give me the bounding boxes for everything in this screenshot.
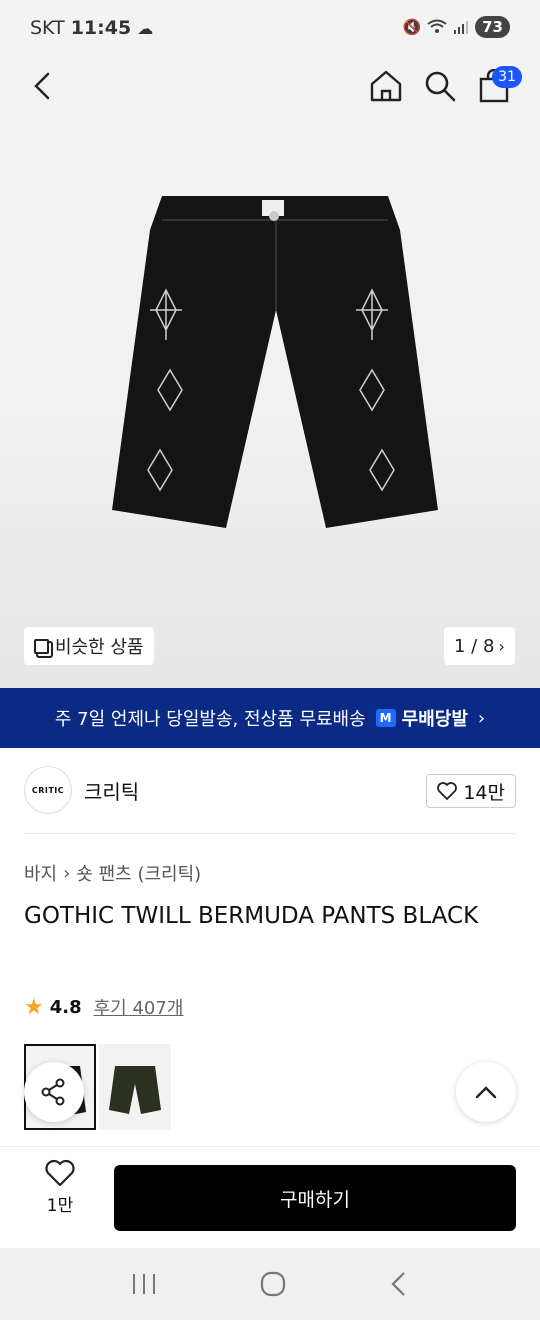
signal-icon [454, 21, 469, 34]
back-button[interactable] [22, 66, 62, 106]
star-icon: ★ [24, 994, 44, 1020]
brand-logo[interactable]: CRITIC [24, 766, 72, 814]
breadcrumb-level2[interactable]: 숏 팬츠 (크리틱) [76, 860, 201, 886]
wifi-icon [427, 19, 447, 33]
chevron-left-icon [34, 72, 50, 100]
home-nav-icon[interactable] [260, 1271, 286, 1297]
mute-icon: 🔇 [402, 18, 422, 36]
search-icon [425, 71, 456, 102]
wishlist-button[interactable]: 1만 [30, 1159, 90, 1216]
similar-icon [34, 638, 49, 654]
home-button[interactable] [366, 66, 406, 106]
similar-products-button[interactable]: 비슷한 상품 [24, 627, 154, 665]
brand-row[interactable]: CRITIC 크리틱 14만 [24, 766, 516, 814]
search-button[interactable] [420, 66, 460, 106]
banner-text: 주 7일 언제나 당일발송, 전상품 무료배송 [54, 709, 366, 730]
buy-button[interactable]: 구매하기 [114, 1165, 516, 1231]
chevron-right-icon: › [63, 862, 71, 884]
brand-like-count: 14만 [463, 781, 505, 804]
back-nav-icon[interactable] [389, 1271, 409, 1297]
battery-indicator: 73 [475, 16, 510, 38]
product-title: GOTHIC TWILL BERMUDA PANTS BLACK [24, 903, 479, 929]
banner-brand: 무배당발 [401, 709, 468, 730]
system-navigation-bar [0, 1248, 540, 1320]
rating-score: 4.8 [49, 996, 82, 1018]
chevron-up-icon [475, 1086, 497, 1099]
similar-label: 비슷한 상품 [55, 637, 144, 658]
breadcrumb: 바지 › 숏 팬츠 (크리틱) [24, 860, 201, 886]
scroll-top-button[interactable] [456, 1062, 516, 1122]
m-logo-icon: M [375, 709, 396, 727]
product-image-gallery[interactable]: SKT 11:45 ☁ 🔇 73 31 비슷한 상품 1 / 8 › [0, 0, 540, 688]
breadcrumb-level1[interactable]: 바지 [24, 860, 57, 886]
review-count-link[interactable]: 후기 407개 [94, 994, 184, 1020]
brand-name[interactable]: 크리틱 [84, 776, 139, 805]
thumbnail-color-option[interactable] [99, 1044, 171, 1130]
chevron-right-icon: › [477, 707, 486, 729]
carrier-label: SKT [30, 17, 65, 39]
cart-count-badge: 31 [492, 66, 522, 88]
cloud-icon: ☁ [137, 19, 154, 38]
pager-text: 1 / 8 [454, 635, 495, 657]
product-image [112, 196, 438, 528]
delivery-banner[interactable]: 주 7일 언제나 당일발송, 전상품 무료배송 M 무배당발 › [0, 688, 540, 748]
purchase-bar: 1만 구매하기 [0, 1146, 540, 1248]
home-icon [370, 70, 402, 102]
chevron-right-icon: › [498, 636, 505, 656]
brand-like-button[interactable]: 14만 [426, 774, 516, 808]
wishlist-count: 1만 [46, 1196, 74, 1216]
shorts-thumbnail-icon [109, 1066, 161, 1114]
image-pager[interactable]: 1 / 8 › [444, 627, 515, 665]
heart-icon [437, 782, 458, 800]
rating-row[interactable]: ★ 4.8 후기 407개 [24, 994, 183, 1020]
recent-apps-icon[interactable] [131, 1272, 157, 1296]
share-icon [41, 1078, 65, 1106]
heart-icon [45, 1159, 75, 1187]
clock: 11:45 [70, 17, 132, 39]
share-button[interactable] [24, 1062, 84, 1122]
status-bar: SKT 11:45 ☁ 🔇 73 [0, 0, 540, 56]
divider [24, 833, 516, 834]
